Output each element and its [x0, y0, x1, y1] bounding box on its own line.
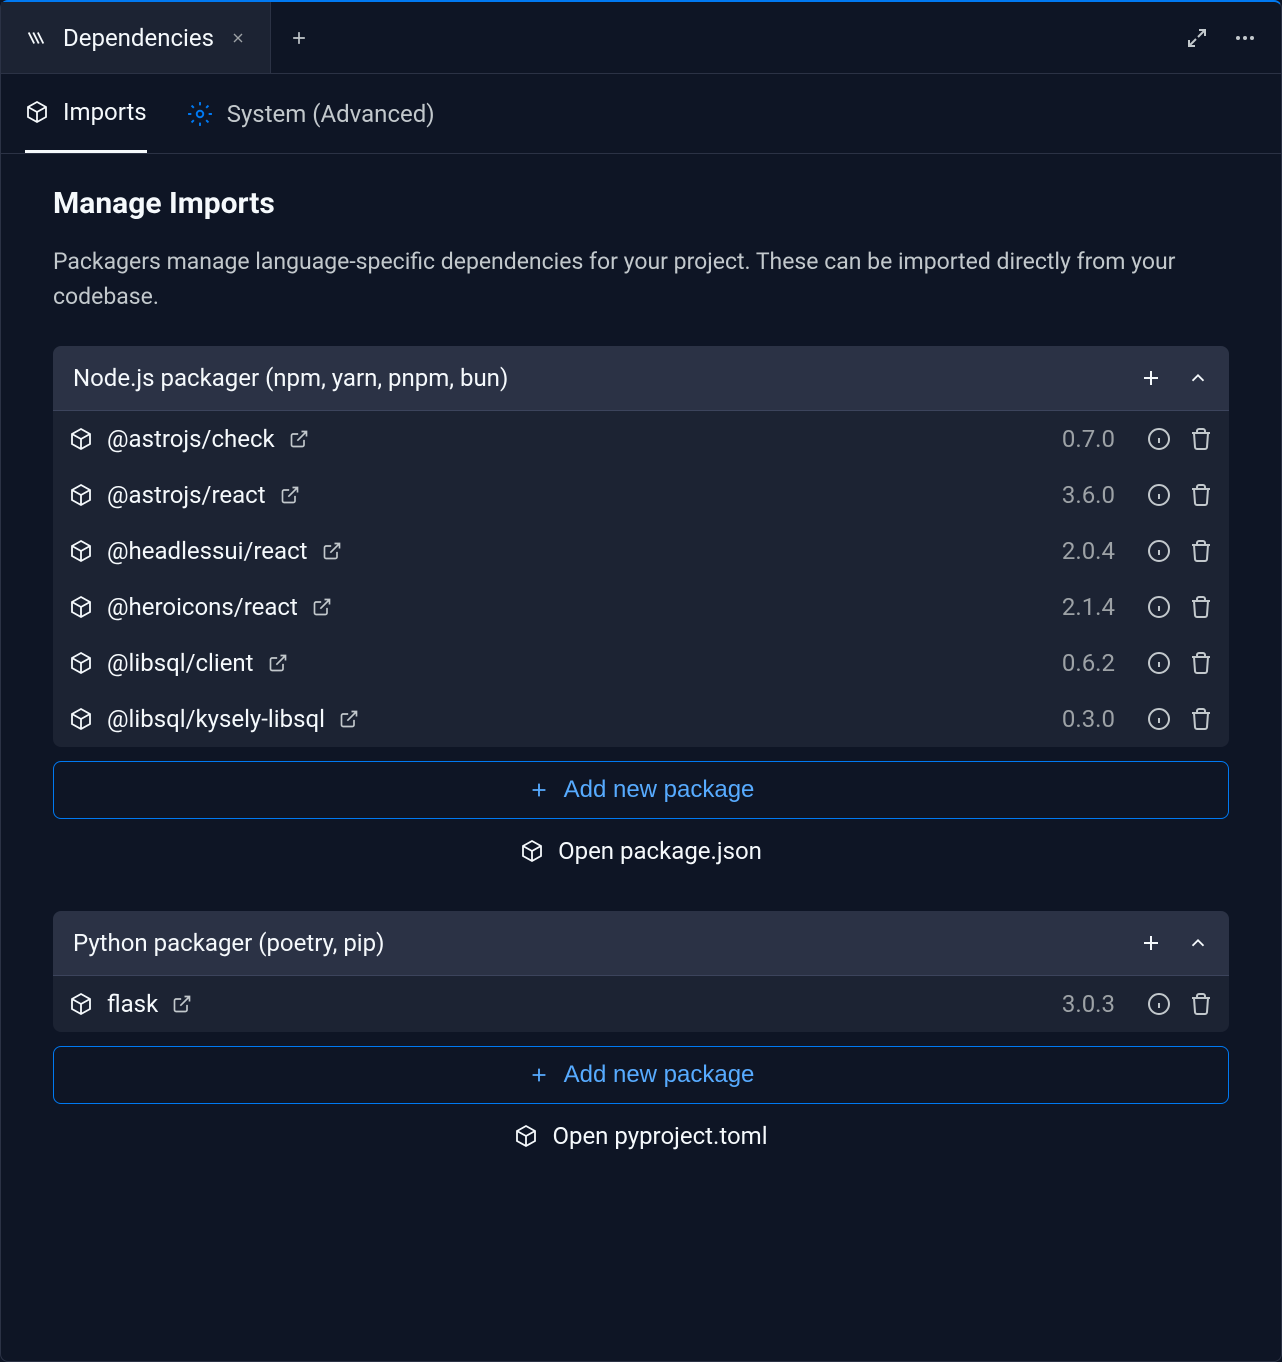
external-link-icon[interactable] [339, 709, 359, 729]
trash-icon[interactable] [1189, 427, 1213, 451]
tab-title: Dependencies [63, 24, 214, 52]
open-package-json[interactable]: Open package.json [53, 819, 1229, 883]
chevron-up-icon[interactable] [1187, 932, 1209, 954]
package-name: @libsql/kysely-libsql [107, 705, 325, 733]
open-package-json-label: Open package.json [558, 837, 762, 865]
external-link-icon[interactable] [172, 994, 192, 1014]
cube-icon [25, 100, 49, 124]
external-link-icon[interactable] [312, 597, 332, 617]
package-version: 2.0.4 [1062, 537, 1115, 565]
add-python-package-label: Add new package [564, 1061, 755, 1089]
external-link-icon[interactable] [268, 653, 288, 673]
tab-imports-label: Imports [63, 98, 147, 126]
info-icon[interactable] [1147, 427, 1171, 451]
package-name: @astrojs/react [107, 481, 266, 509]
cube-icon [69, 651, 93, 675]
trash-icon[interactable] [1189, 595, 1213, 619]
trash-icon[interactable] [1189, 992, 1213, 1016]
package-name: @headlessui/react [107, 537, 308, 565]
chevron-up-icon[interactable] [1187, 367, 1209, 389]
node-package-list: @astrojs/check 0.7.0 [53, 411, 1229, 747]
page-description: Packagers manage language-specific depen… [53, 245, 1229, 314]
package-row: @libsql/client 0.6.2 [53, 635, 1229, 691]
package-row: @heroicons/react 2.1.4 [53, 579, 1229, 635]
new-tab-button[interactable] [271, 2, 327, 73]
package-name: @libsql/client [107, 649, 254, 677]
package-row: @libsql/kysely-libsql 0.3.0 [53, 691, 1229, 747]
info-icon[interactable] [1147, 483, 1171, 507]
cube-icon [69, 707, 93, 731]
external-link-icon[interactable] [280, 485, 300, 505]
more-icon[interactable] [1233, 26, 1257, 50]
package-name: @heroicons/react [107, 593, 298, 621]
package-version: 0.7.0 [1062, 425, 1115, 453]
cube-icon [69, 483, 93, 507]
tab-bar: Dependencies [1, 2, 1281, 74]
external-link-icon[interactable] [289, 429, 309, 449]
add-python-package-button[interactable]: Add new package [53, 1046, 1229, 1104]
package-row: @headlessui/react 2.0.4 [53, 523, 1229, 579]
package-name: @astrojs/check [107, 425, 275, 453]
trash-icon[interactable] [1189, 539, 1213, 563]
cube-icon [69, 992, 93, 1016]
cube-icon [69, 539, 93, 563]
package-row: @astrojs/react 3.6.0 [53, 467, 1229, 523]
python-package-list: flask 3.0.3 [53, 976, 1229, 1032]
plus-icon[interactable] [1139, 366, 1163, 390]
info-icon[interactable] [1147, 707, 1171, 731]
expand-icon[interactable] [1185, 26, 1209, 50]
python-packager-header[interactable]: Python packager (poetry, pip) [53, 911, 1229, 976]
info-icon[interactable] [1147, 651, 1171, 675]
trash-icon[interactable] [1189, 483, 1213, 507]
trash-icon[interactable] [1189, 707, 1213, 731]
package-version: 3.6.0 [1062, 481, 1115, 509]
close-icon[interactable] [230, 30, 246, 46]
python-packager-title: Python packager (poetry, pip) [73, 929, 1139, 957]
open-pyproject-toml[interactable]: Open pyproject.toml [53, 1104, 1229, 1168]
cube-icon [69, 595, 93, 619]
gear-icon [187, 101, 213, 127]
package-version: 2.1.4 [1062, 593, 1115, 621]
tab-imports[interactable]: Imports [25, 74, 147, 153]
info-icon[interactable] [1147, 595, 1171, 619]
info-icon[interactable] [1147, 539, 1171, 563]
package-name: flask [107, 990, 158, 1018]
add-node-package-button[interactable]: Add new package [53, 761, 1229, 819]
bars-icon [25, 27, 47, 49]
package-row: @astrojs/check 0.7.0 [53, 411, 1229, 467]
package-version: 3.0.3 [1062, 990, 1115, 1018]
trash-icon[interactable] [1189, 651, 1213, 675]
tab-system-label: System (Advanced) [227, 100, 435, 128]
package-version: 0.6.2 [1062, 649, 1115, 677]
tab-system[interactable]: System (Advanced) [187, 74, 435, 153]
add-node-package-label: Add new package [564, 776, 755, 804]
cube-icon [69, 427, 93, 451]
package-version: 0.3.0 [1062, 705, 1115, 733]
package-row: flask 3.0.3 [53, 976, 1229, 1032]
open-pyproject-label: Open pyproject.toml [552, 1122, 767, 1150]
subtabs: Imports System (Advanced) [1, 74, 1281, 154]
plus-icon[interactable] [1139, 931, 1163, 955]
page-title: Manage Imports [53, 186, 1229, 221]
external-link-icon[interactable] [322, 541, 342, 561]
node-packager-title: Node.js packager (npm, yarn, pnpm, bun) [73, 364, 1139, 392]
node-packager-header[interactable]: Node.js packager (npm, yarn, pnpm, bun) [53, 346, 1229, 411]
info-icon[interactable] [1147, 992, 1171, 1016]
tab-dependencies[interactable]: Dependencies [1, 2, 271, 73]
